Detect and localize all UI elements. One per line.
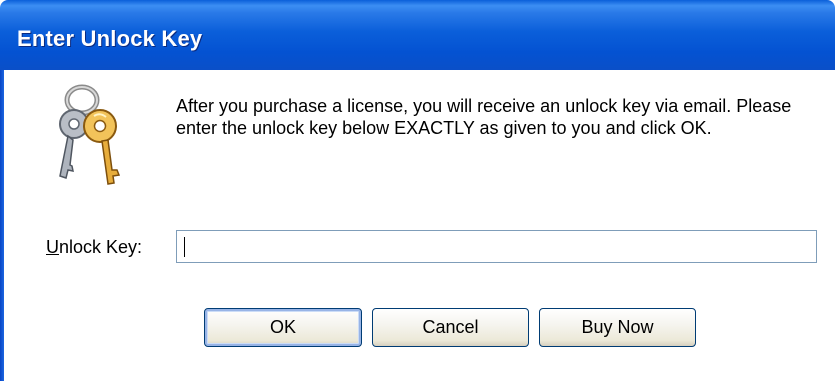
window-title: Enter Unlock Key bbox=[17, 26, 203, 51]
unlock-key-input[interactable] bbox=[176, 230, 817, 263]
keys-icon bbox=[59, 84, 121, 185]
unlock-key-label-accelerator: U bbox=[46, 237, 59, 257]
unlock-key-label: Unlock Key: bbox=[46, 237, 142, 258]
title-bar[interactable]: Enter Unlock Key bbox=[0, 0, 835, 70]
instructions-text: After you purchase a license, you will r… bbox=[176, 96, 792, 138]
text-cursor bbox=[184, 237, 185, 257]
cancel-button[interactable]: Cancel bbox=[372, 308, 529, 347]
unlock-key-label-text: nlock Key: bbox=[59, 237, 143, 257]
buy-now-button[interactable]: Buy Now bbox=[539, 308, 696, 347]
unlock-key-dialog: Enter Unlock Key After you purchase a li… bbox=[0, 0, 835, 381]
ok-button[interactable]: OK bbox=[204, 308, 362, 347]
